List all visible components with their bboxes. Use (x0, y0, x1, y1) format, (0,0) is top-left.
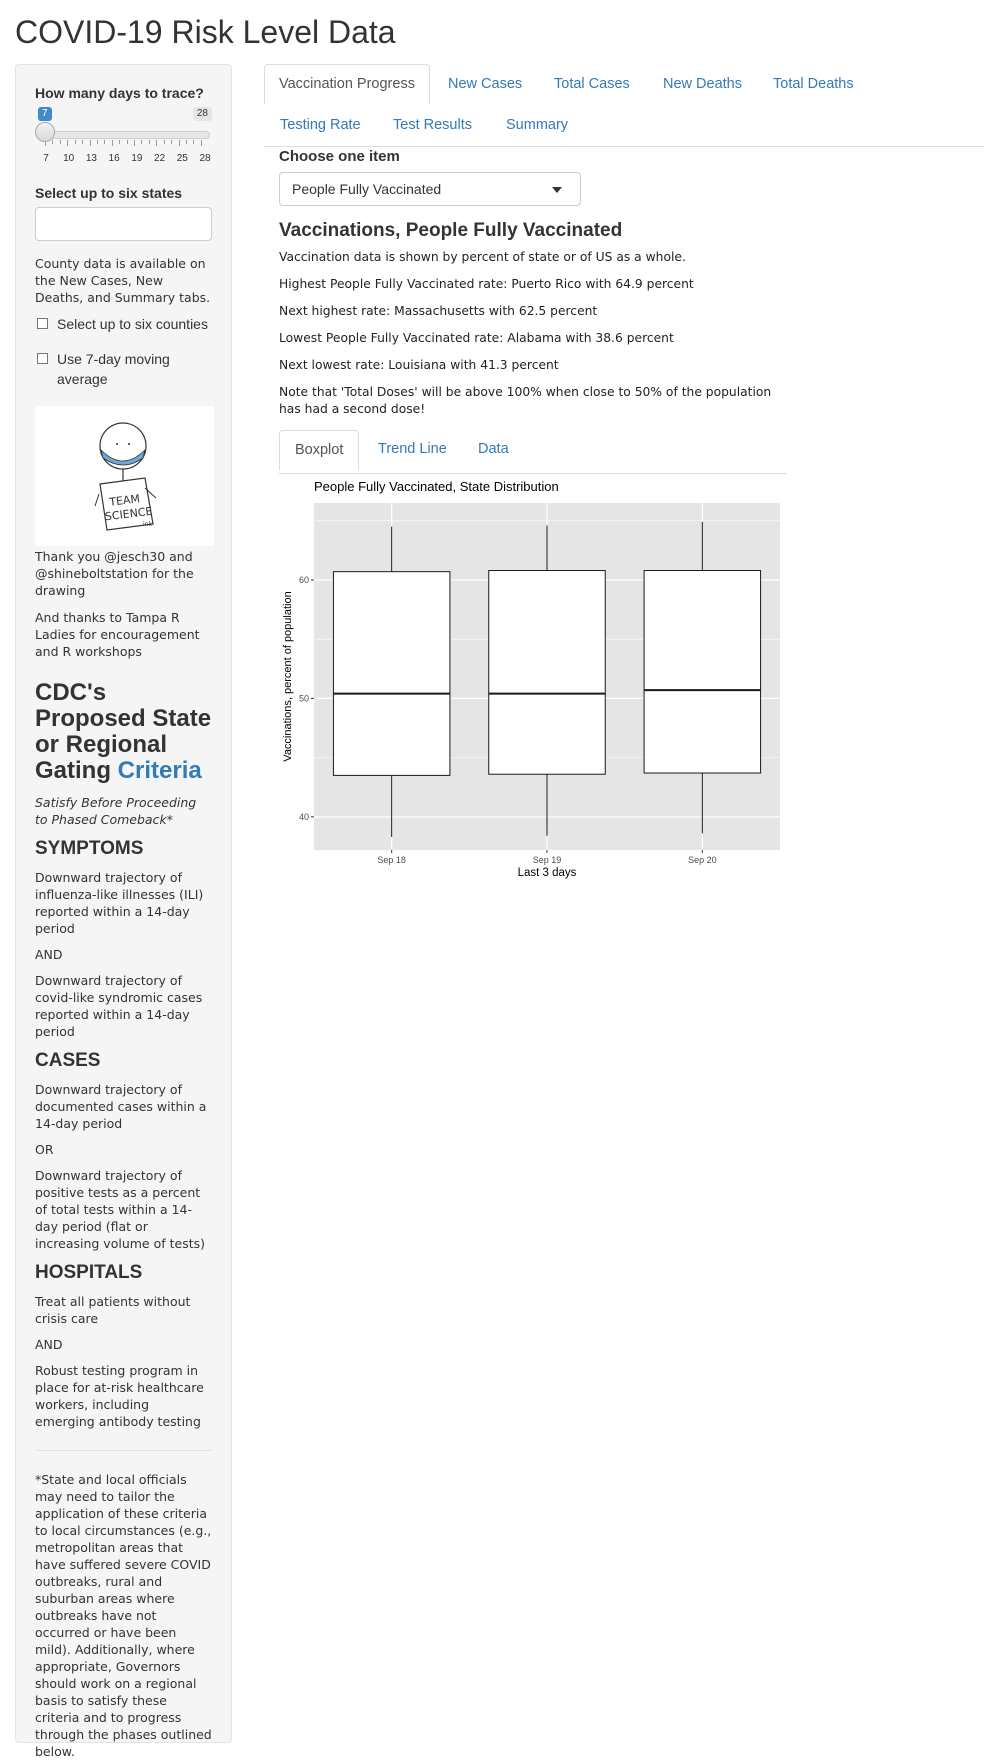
slider-tick-label: 13 (85, 153, 97, 164)
tab-new-deaths[interactable]: New Deaths (663, 76, 742, 92)
y-tick-label: 60 (299, 575, 309, 585)
next-highest-rate-text: Next highest rate: Massachusetts with 62… (279, 304, 598, 318)
tab-boxplot[interactable]: Boxplot (279, 430, 360, 471)
or-text: OR (35, 1142, 54, 1157)
slider-tick-label: 16 (108, 153, 120, 164)
chart-tabs: Boxplot Trend Line Data (279, 430, 787, 474)
slider-tick-labels: 7 10 13 16 19 22 25 28 (35, 153, 212, 165)
moving-average-checkbox-row[interactable]: Use 7-day moving average (35, 349, 212, 389)
tab-total-deaths[interactable]: Total Deaths (773, 76, 854, 92)
lowest-rate-text: Lowest People Fully Vaccinated rate: Ala… (279, 331, 674, 345)
hospitals-criterion-1: Treat all patients without crisis care (35, 1294, 191, 1326)
criteria-link[interactable]: Criteria (118, 757, 202, 784)
days-slider[interactable]: 7 28 7 10 13 16 19 22 25 28 (35, 107, 212, 175)
x-tick-label: Sep 20 (688, 855, 717, 865)
sidebar-panel: How many days to trace? 7 28 7 10 13 16 … (15, 64, 232, 1759)
hospitals-heading: HOSPITALS (35, 1262, 143, 1283)
counties-checkbox[interactable] (37, 318, 48, 329)
tab-testing-rate[interactable]: Testing Rate (280, 117, 361, 133)
moving-average-checkbox-label: Use 7-day moving average (57, 351, 170, 387)
choose-item-label: Choose one item (279, 148, 400, 165)
thanks-tampa-text: And thanks to Tampa R Ladies for encoura… (35, 610, 200, 659)
county-note: County data is available on the New Case… (35, 256, 211, 305)
x-tick-label: Sep 19 (533, 855, 562, 865)
and-text: AND (35, 947, 63, 962)
days-label: How many days to trace? (35, 85, 204, 101)
tab-summary[interactable]: Summary (506, 117, 568, 133)
slider-tick-label: 19 (131, 153, 143, 164)
slider-handle[interactable] (35, 122, 55, 142)
cases-criterion-2: Downward trajectory of positive tests as… (35, 1168, 205, 1251)
tab-total-cases[interactable]: Total Cases (554, 76, 630, 92)
footnote-text: *State and local officials may need to t… (35, 1472, 212, 1759)
item-select[interactable]: People Fully Vaccinated (279, 172, 581, 206)
and-text: AND (35, 1337, 63, 1352)
slider-tick-label: 22 (154, 153, 166, 164)
next-lowest-rate-text: Next lowest rate: Louisiana with 41.3 pe… (279, 358, 559, 372)
symptoms-criterion-2: Downward trajectory of covid-like syndro… (35, 973, 203, 1039)
box (332, 571, 451, 776)
states-select-input[interactable] (35, 207, 212, 241)
slider-value-badge: 7 (38, 107, 52, 121)
tab-new-cases[interactable]: New Cases (448, 76, 522, 92)
thanks-drawing-text: Thank you @jesch30 and @shineboltstation… (35, 549, 194, 598)
tab-data[interactable]: Data (478, 441, 509, 457)
slider-tick-label: 7 (43, 153, 49, 164)
hospitals-criterion-2: Robust testing program in place for at-r… (35, 1363, 204, 1429)
tab-vaccination-progress[interactable]: Vaccination Progress (264, 64, 430, 105)
y-tick-label: 40 (299, 812, 309, 822)
tab-test-results[interactable]: Test Results (393, 117, 472, 133)
satisfy-text: Satisfy Before Proceeding to Phased Come… (35, 795, 197, 827)
app-title: COVID-19 Risk Level Data (15, 14, 396, 50)
x-tick-label: Sep 18 (377, 855, 406, 865)
slider-ticks (45, 140, 202, 146)
slider-tick-label: 10 (63, 153, 75, 164)
symptoms-heading: SYMPTOMS (35, 838, 144, 859)
main-tabs: Vaccination Progress New Cases Total Cas… (264, 64, 984, 147)
slider-tick-label: 28 (199, 153, 211, 164)
cases-criterion-1: Downward trajectory of documented cases … (35, 1082, 207, 1131)
moving-average-checkbox[interactable] (37, 353, 48, 364)
counties-checkbox-label: Select up to six counties (57, 316, 208, 332)
box (643, 570, 762, 774)
chart-title: People Fully Vaccinated, State Distribut… (314, 479, 559, 494)
vaccination-note: Vaccination data is shown by percent of … (279, 250, 686, 264)
boxplot-chart: People Fully Vaccinated, State Distribut… (282, 479, 780, 879)
slider-track[interactable] (43, 131, 210, 139)
symptoms-criterion-1: Downward trajectory of influenza-like il… (35, 870, 204, 936)
cases-heading: CASES (35, 1050, 101, 1071)
tab-trend-line[interactable]: Trend Line (378, 441, 447, 457)
highest-rate-text: Highest People Fully Vaccinated rate: Pu… (279, 277, 694, 291)
counties-checkbox-row[interactable]: Select up to six counties (35, 314, 212, 334)
team-science-drawing: TEAM SCIENCE ink (35, 406, 214, 546)
cdc-heading: CDC's Proposed State or Regional Gating … (35, 680, 212, 784)
x-axis-title: Last 3 days (518, 867, 577, 879)
chevron-down-icon (552, 187, 562, 193)
item-select-value: People Fully Vaccinated (292, 181, 442, 197)
total-doses-note: Note that 'Total Doses' will be above 10… (279, 385, 772, 416)
y-tick-label: 50 (299, 693, 309, 703)
box (488, 570, 606, 775)
svg-text:ink: ink (143, 521, 152, 528)
slider-tick-label: 25 (176, 153, 188, 164)
y-axis-title: Vaccinations, percent of population (282, 591, 294, 761)
slider-max-badge: 28 (192, 107, 212, 121)
states-label: Select up to six states (35, 185, 183, 201)
visualization-title: Vaccinations, People Fully Vaccinated (279, 220, 623, 241)
